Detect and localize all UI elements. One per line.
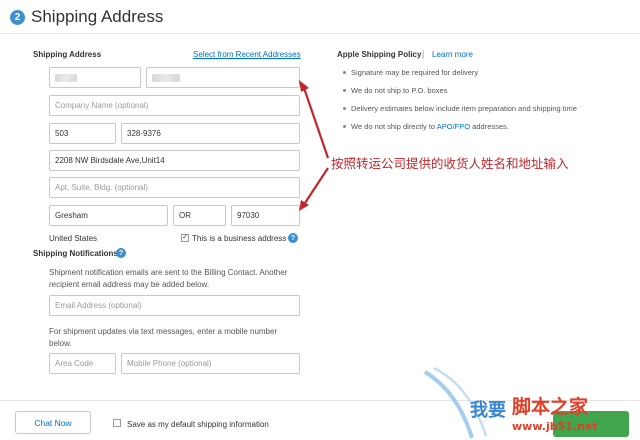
mobile-area-code-field[interactable]: Area Code	[49, 353, 116, 374]
company-name-field[interactable]: Company Name (optional)	[49, 95, 300, 116]
recent-addresses-link[interactable]: Select from Recent Addresses	[193, 50, 301, 59]
policy-item: Delivery estimates below include item pr…	[341, 104, 577, 122]
business-help-icon[interactable]: ?	[288, 233, 298, 243]
email-description-line2: recipient email address may be added bel…	[49, 280, 210, 289]
city-field[interactable]: Gresham	[49, 205, 168, 226]
save-default-label: Save as my default shipping information	[127, 420, 269, 429]
email-address-field[interactable]: Email Address (optional)	[49, 295, 300, 316]
policy-list: Signature may be required for delivery W…	[341, 68, 577, 140]
shipping-address-label: Shipping Address	[33, 50, 102, 59]
last-name-field[interactable]	[146, 67, 300, 88]
learn-more-link[interactable]: Learn more	[432, 50, 473, 59]
zip-field[interactable]: 97030	[231, 205, 300, 226]
area-code-field[interactable]: 503	[49, 123, 116, 144]
phone-field[interactable]: 328-9376	[121, 123, 300, 144]
watermark-text-2: 脚本之家	[512, 396, 589, 418]
save-default-checkbox[interactable]	[113, 419, 121, 427]
business-address-label: This is a business address	[192, 234, 287, 243]
policy-item-apo: We do not ship directly to APO/FPO addre…	[341, 122, 577, 140]
sms-description-line2: below.	[49, 339, 72, 348]
apo-suffix: addresses.	[470, 122, 509, 131]
apo-prefix: We do not ship directly to	[351, 122, 437, 131]
email-description-line1: Shipment notification emails are sent to…	[49, 268, 288, 277]
apt-suite-field[interactable]: Apt, Suite, Bldg. (optional)	[49, 177, 300, 198]
annotation-text: 按照转运公司提供的收货人姓名和地址输入	[331, 157, 569, 171]
apo-fpo-link[interactable]: APO/FPO	[437, 122, 470, 131]
shipping-policy-title: Apple Shipping Policy	[337, 50, 422, 59]
country-label: United States	[49, 234, 98, 243]
street-address-field[interactable]: 2208 NW Birdsdale Ave,Unit14	[49, 150, 300, 171]
notifications-help-icon[interactable]: ?	[116, 248, 126, 258]
redacted-first-name	[55, 73, 77, 82]
first-name-field[interactable]	[49, 67, 141, 88]
policy-item: We do not ship to P.O. boxes	[341, 86, 577, 104]
arrow-down	[299, 167, 329, 211]
watermark-text-1: 我要	[470, 400, 506, 421]
page-title: Shipping Address	[31, 7, 164, 26]
policy-separator: |	[422, 49, 425, 59]
redacted-last-name	[152, 73, 180, 82]
policy-item: Signature may be required for delivery	[341, 68, 577, 86]
step-badge: 2	[10, 9, 25, 25]
page-header: 2 Shipping Address	[10, 6, 163, 28]
mobile-phone-field[interactable]: Mobile Phone (optional)	[121, 353, 300, 374]
state-field[interactable]: OR	[173, 205, 226, 226]
business-address-checkbox[interactable]: ✓	[181, 234, 189, 242]
chat-now-button[interactable]: Chat Now	[15, 411, 91, 434]
sms-description-line1: For shipment updates via text messages, …	[49, 327, 278, 336]
shipping-notifications-title: Shipping Notifications	[33, 249, 118, 258]
watermark-url: www.jb51.net	[512, 420, 598, 433]
arrow-up	[299, 80, 330, 159]
header-divider	[0, 33, 640, 34]
